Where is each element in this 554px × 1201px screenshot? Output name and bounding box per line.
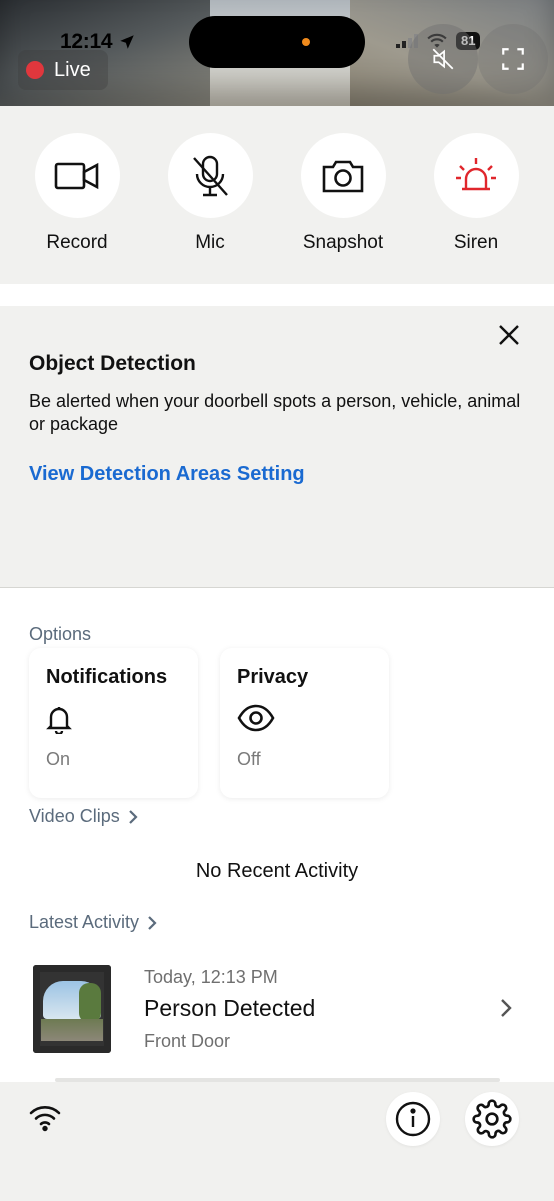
thumbnail-frame xyxy=(33,965,111,1053)
privacy-title: Privacy xyxy=(237,666,309,688)
device-content-panel: Options Notifications On Privacy Off Vid… xyxy=(0,588,554,1082)
siren-icon xyxy=(456,157,496,190)
camera-actions-row: Record Mic Snapshot Siren xyxy=(0,106,554,284)
privacy-value: Off xyxy=(237,749,261,769)
info-icon xyxy=(395,1101,431,1137)
snapshot-action[interactable]: Snapshot xyxy=(288,133,398,254)
mic-label: Mic xyxy=(195,232,225,253)
chevron-right-icon xyxy=(501,999,512,1017)
siren-button[interactable] xyxy=(433,133,519,218)
object-detection-card: Object Detection Be alerted when your do… xyxy=(0,306,554,588)
activity-list-item[interactable]: Today, 12:13 PM Person Detected Front Do… xyxy=(0,960,554,1060)
siren-label: Siren xyxy=(453,232,499,253)
info-button[interactable] xyxy=(386,1092,440,1146)
snapshot-button[interactable] xyxy=(300,133,386,218)
live-indicator-dot xyxy=(26,61,44,79)
detection-card-description: Be alerted when your doorbell spots a pe… xyxy=(29,391,521,434)
camera-icon xyxy=(322,160,364,192)
chevron-right-icon xyxy=(148,915,157,930)
privacy-indicator-dot xyxy=(302,38,310,46)
activity-thumbnail xyxy=(33,965,111,1053)
speaker-muted-icon xyxy=(432,48,454,70)
mic-button[interactable] xyxy=(167,133,253,218)
dynamic-island xyxy=(189,16,365,68)
mic-action[interactable]: Mic xyxy=(155,133,265,254)
close-detection-card-button[interactable] xyxy=(494,320,524,350)
wifi-signal-icon xyxy=(29,1106,61,1132)
activity-title: Person Detected xyxy=(144,995,316,1021)
gear-icon xyxy=(472,1099,512,1139)
latest-activity-label: Latest Activity xyxy=(29,912,140,932)
options-section-label: Options xyxy=(29,624,91,645)
fullscreen-button[interactable] xyxy=(478,24,548,94)
privacy-option-card[interactable]: Privacy Off xyxy=(220,648,389,798)
location-arrow-icon xyxy=(120,35,134,49)
section-spacer xyxy=(0,284,554,306)
latest-activity-link[interactable]: Latest Activity xyxy=(29,912,157,933)
video-camera-icon xyxy=(54,162,99,189)
detection-card-title: Object Detection xyxy=(29,352,196,375)
view-detection-areas-link[interactable]: View Detection Areas Setting xyxy=(29,463,305,486)
settings-button[interactable] xyxy=(465,1092,519,1146)
bell-icon xyxy=(46,704,72,739)
activity-time: Today, 12:13 PM xyxy=(144,967,278,987)
notifications-option-card[interactable]: Notifications On xyxy=(29,648,198,798)
siren-action[interactable]: Siren xyxy=(421,133,531,254)
snapshot-label: Snapshot xyxy=(302,232,384,253)
activity-location: Front Door xyxy=(144,1031,231,1051)
record-action[interactable]: Record xyxy=(22,133,132,254)
options-label-text: Options xyxy=(29,624,92,644)
record-button[interactable] xyxy=(34,133,120,218)
close-icon xyxy=(499,325,519,345)
mute-button[interactable] xyxy=(408,24,478,94)
mic-off-icon xyxy=(193,155,228,196)
no-recent-activity-text: No Recent Activity xyxy=(195,860,359,882)
notifications-title: Notifications xyxy=(46,666,168,688)
live-badge: Live xyxy=(18,50,108,90)
video-clips-link[interactable]: Video Clips xyxy=(29,806,138,827)
video-clips-label: Video Clips xyxy=(29,806,120,826)
live-label: Live xyxy=(54,58,91,81)
eye-icon xyxy=(237,704,275,737)
fullscreen-icon xyxy=(502,48,524,70)
notifications-value: On xyxy=(46,749,71,769)
chevron-right-icon xyxy=(128,809,138,824)
record-label: Record xyxy=(46,232,108,253)
bottom-bar xyxy=(0,1082,554,1201)
